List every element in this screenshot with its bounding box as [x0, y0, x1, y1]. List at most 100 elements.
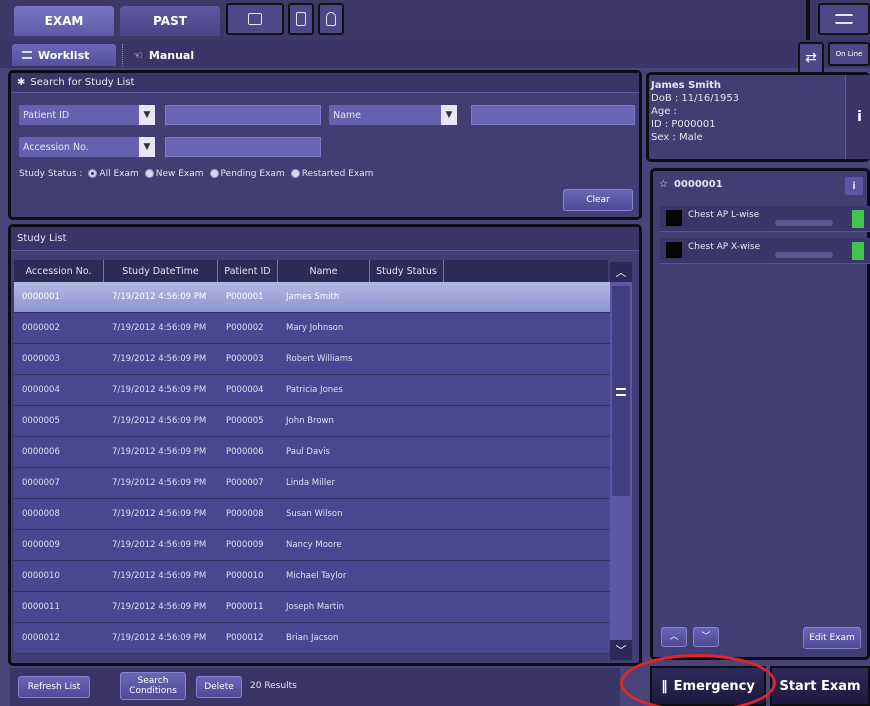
exam-info-button[interactable]: i: [845, 177, 863, 195]
table-cell: 7/19/2012 4:56:09 PM: [112, 447, 207, 457]
table-cell: P000008: [226, 509, 264, 519]
tab-exam[interactable]: EXAM: [14, 6, 114, 36]
list-icon: [22, 51, 32, 59]
table-row[interactable]: 0000006 7/19/2012 4:56:09 PM P000006 Paul D…: [14, 437, 610, 468]
table-cell: 7/19/2012 4:56:09 PM: [112, 354, 207, 364]
col-name[interactable]: Name: [278, 260, 370, 282]
document-button[interactable]: [288, 3, 314, 35]
table-cell: Joseph Martin: [286, 602, 344, 612]
table-cell: 0000006: [22, 447, 60, 457]
blurred-text: [775, 220, 833, 226]
table-cell: Robert Williams: [286, 354, 353, 364]
delete-button[interactable]: Delete: [196, 676, 242, 698]
radio-icon: [290, 169, 300, 178]
patient-id-input[interactable]: [165, 105, 321, 125]
table-cell: 7/19/2012 4:56:09 PM: [112, 385, 207, 395]
tab-manual[interactable]: ☜ Manual: [122, 44, 232, 66]
person-button[interactable]: [318, 3, 344, 35]
table-cell: Susan Wilson: [286, 509, 343, 519]
thumbnail: [666, 242, 682, 258]
edit-exam-button[interactable]: Edit Exam: [803, 627, 861, 649]
radio-icon: [144, 169, 154, 178]
name-input[interactable]: [471, 105, 635, 125]
radio-icon: [209, 169, 219, 178]
table-row[interactable]: 0000009 7/19/2012 4:56:09 PM P000009 Nancy …: [14, 530, 610, 561]
search-conditions-button[interactable]: Search Conditions: [120, 672, 186, 700]
hand-icon: ☜: [133, 48, 143, 62]
info-icon: i: [852, 180, 856, 192]
table-row[interactable]: 0000001 7/19/2012 4:56:09 PM P000001 James …: [14, 282, 610, 313]
chevron-up-icon: ︿: [669, 632, 679, 642]
toolbar-divider: [806, 0, 810, 40]
tab-worklist[interactable]: Worklist: [12, 44, 116, 66]
table-row[interactable]: 0000005 7/19/2012 4:56:09 PM P000005 John B…: [14, 406, 610, 437]
accession-dropdown[interactable]: ▼: [139, 137, 155, 157]
patient-age: Age :: [651, 106, 677, 117]
online-status-button[interactable]: On Line: [828, 42, 870, 66]
bottom-toolbar: Refresh List Search Conditions Delete 20…: [10, 668, 620, 706]
blurred-text: [775, 252, 833, 258]
col-study-datetime[interactable]: Study DateTime: [104, 260, 218, 282]
table-cell: 7/19/2012 4:56:09 PM: [112, 571, 207, 581]
screen-layout-button[interactable]: [226, 3, 284, 35]
radio-all-exam[interactable]: All Exam: [88, 169, 139, 179]
table-cell: 0000007: [22, 478, 60, 488]
scroll-up-button[interactable]: ︿: [610, 262, 632, 282]
table-cell: 0000005: [22, 416, 60, 426]
table-row[interactable]: 0000011 7/19/2012 4:56:09 PM P000011 Joseph…: [14, 592, 610, 623]
radio-pending-exam[interactable]: Pending Exam: [209, 169, 285, 179]
move-down-button[interactable]: ﹀: [693, 627, 719, 647]
search-panel: ✱ Search for Study List Patient ID ▼ Nam…: [8, 70, 642, 220]
table-row[interactable]: 0000012 7/19/2012 4:56:09 PM P000012 Brian …: [14, 623, 610, 654]
table-row[interactable]: 0000004 7/19/2012 4:56:09 PM P000004 Patric…: [14, 375, 610, 406]
study-list-scrollbar[interactable]: ︿ ﹀: [610, 262, 632, 660]
status-indicator: [852, 210, 864, 228]
move-up-button[interactable]: ︿: [661, 627, 687, 647]
table-row[interactable]: 0000007 7/19/2012 4:56:09 PM P000007 Linda …: [14, 468, 610, 499]
table-row[interactable]: 0000010 7/19/2012 4:56:09 PM P000010 Michae…: [14, 561, 610, 592]
table-cell: 0000001: [22, 292, 60, 302]
start-exam-button[interactable]: Start Exam: [770, 666, 870, 706]
table-cell: P000010: [226, 571, 264, 581]
clear-button[interactable]: Clear: [563, 189, 633, 211]
scroll-grip-icon: [616, 388, 626, 396]
col-study-status[interactable]: Study Status: [370, 260, 444, 282]
scroll-down-button[interactable]: ﹀: [610, 640, 632, 660]
study-list-header: Study List: [11, 227, 639, 251]
table-cell: 7/19/2012 4:56:09 PM: [112, 478, 207, 488]
table-cell: 0000008: [22, 509, 60, 519]
table-cell: 0000002: [22, 323, 60, 333]
refresh-list-button[interactable]: Refresh List: [18, 676, 90, 698]
menu-button[interactable]: [818, 3, 870, 35]
chevron-down-icon: ﹀: [615, 644, 627, 657]
table-cell: Mary Johnson: [286, 323, 344, 333]
radio-restarted-exam[interactable]: Restarted Exam: [290, 169, 373, 179]
emergency-highlight-ring: [620, 654, 776, 706]
patient-info-button[interactable]: i: [845, 75, 870, 159]
sequence-item[interactable]: Chest AP X-wise: [660, 238, 870, 264]
thumbnail: [666, 210, 682, 226]
patient-dob: DoB : 11/16/1953: [651, 93, 740, 104]
table-cell: P000004: [226, 385, 264, 395]
table-row[interactable]: 0000003 7/19/2012 4:56:09 PM P000003 Robert…: [14, 344, 610, 375]
table-cell: 7/19/2012 4:56:09 PM: [112, 633, 207, 643]
table-row[interactable]: 0000002 7/19/2012 4:56:09 PM P000002 Mary J…: [14, 313, 610, 344]
tab-past[interactable]: PAST: [120, 6, 220, 36]
chevron-down-icon: ▼: [445, 110, 453, 120]
accession-input[interactable]: [165, 137, 321, 157]
table-cell: 7/19/2012 4:56:09 PM: [112, 416, 207, 426]
swap-button[interactable]: ⇄: [798, 42, 824, 74]
results-count: 20 Results: [250, 681, 297, 691]
sequence-item[interactable]: Chest AP L-wise: [660, 206, 870, 232]
col-accession[interactable]: Accession No.: [14, 260, 104, 282]
table-cell: Nancy Moore: [286, 540, 342, 550]
name-dropdown[interactable]: ▼: [441, 105, 457, 125]
chevron-down-icon: ▼: [143, 110, 151, 120]
table-cell: P000005: [226, 416, 264, 426]
table-row[interactable]: 0000008 7/19/2012 4:56:09 PM P000008 Susan …: [14, 499, 610, 530]
table-cell: P000006: [226, 447, 264, 457]
col-patient-id[interactable]: Patient ID: [218, 260, 278, 282]
sub-bar: Worklist ☜ Manual ⇄ On Line: [0, 40, 870, 74]
patient-id-dropdown[interactable]: ▼: [139, 105, 155, 125]
radio-new-exam[interactable]: New Exam: [144, 169, 204, 179]
